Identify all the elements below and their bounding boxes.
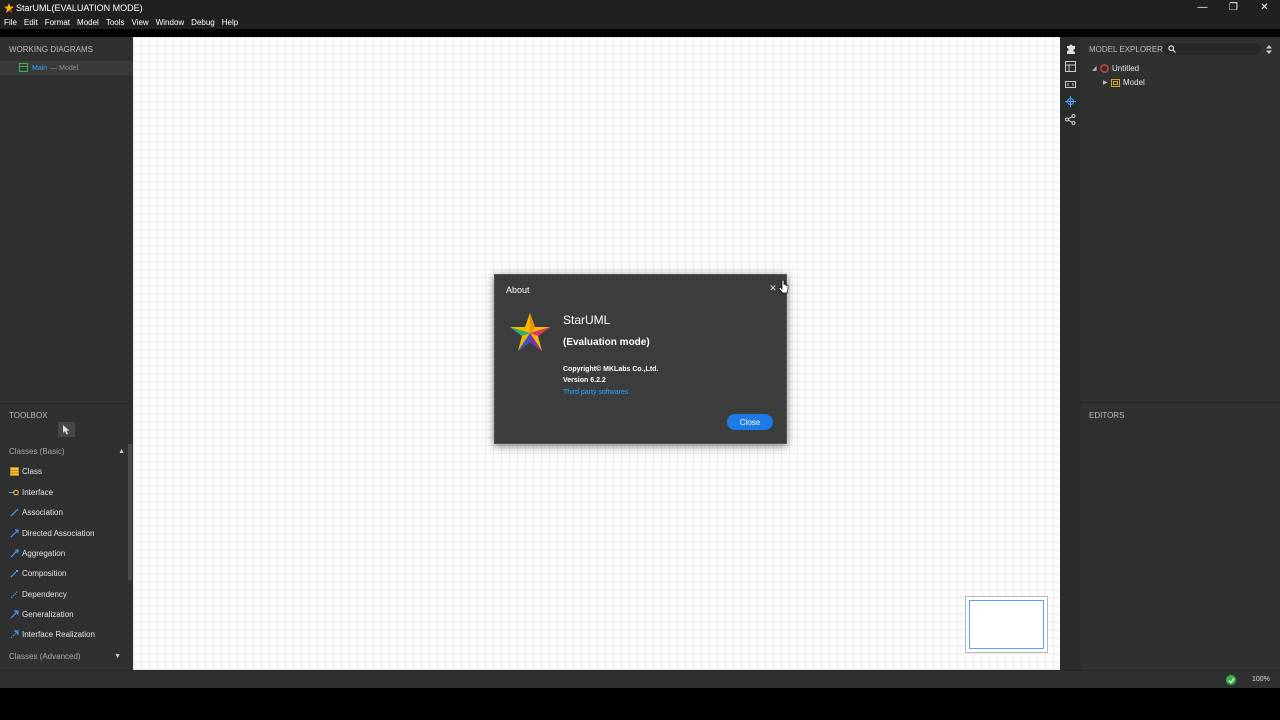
dialog-title: About — [506, 285, 530, 295]
minimap[interactable] — [965, 596, 1048, 653]
license-mode: (Evaluation mode) — [563, 337, 650, 348]
tool-interface-realization[interactable]: Interface Realization — [9, 627, 95, 641]
caret-up-icon: ▲ — [118, 447, 125, 455]
validation-ok-icon[interactable] — [1226, 675, 1236, 685]
close-window-button[interactable]: ✕ — [1249, 0, 1280, 15]
project-icon — [1100, 63, 1109, 73]
copyright-text: Copyright© MKLabs Co.,Ltd. — [563, 366, 659, 373]
menu-format[interactable]: Format — [45, 18, 70, 27]
tool-label: Aggregation — [22, 548, 66, 558]
editors-panel: EDITORS — [1081, 402, 1280, 670]
directed-association-icon — [9, 528, 19, 538]
dependency-icon — [9, 589, 19, 599]
toolbox-scrollbar[interactable] — [128, 444, 132, 580]
tool-generalization[interactable]: Generalization — [9, 607, 74, 621]
pointer-icon — [62, 424, 69, 434]
title-bar: StarUML(EVALUATION MODE) — ❐ ✕ — [0, 0, 1280, 15]
third-party-link[interactable]: Third party softwares — [563, 389, 628, 396]
share-icon[interactable] — [1064, 113, 1077, 126]
model-package-icon — [1111, 78, 1120, 87]
model-explorer-search[interactable] — [1163, 43, 1261, 55]
staruml-logo — [508, 311, 552, 355]
menu-bar: File Edit Format Model Tools View Window… — [0, 15, 1280, 29]
search-icon — [1168, 45, 1176, 53]
working-diagram-owner: — Model — [50, 64, 79, 72]
tree-label: Model — [1123, 77, 1145, 87]
tool-label: Class — [22, 466, 43, 476]
tool-aggregation[interactable]: Aggregation — [9, 546, 65, 560]
app-name: StarUML — [563, 313, 611, 327]
association-icon — [9, 507, 19, 517]
working-diagram-name: Main — [32, 64, 48, 72]
menu-model[interactable]: Model — [77, 18, 99, 27]
minimize-button[interactable]: — — [1187, 0, 1218, 15]
minimap-viewport[interactable] — [969, 600, 1044, 649]
window-title: StarUML(EVALUATION MODE) — [16, 2, 143, 13]
restore-button[interactable]: ❐ — [1218, 0, 1249, 15]
tree-item-model[interactable]: ▶ Model — [1103, 75, 1145, 89]
version-text: Version 6.2.2 — [563, 377, 606, 384]
class-diagram-icon — [19, 63, 28, 72]
caret-expanded-icon[interactable]: ◢ — [1092, 65, 1100, 72]
group-classes-basic[interactable]: Classes (Basic) ▲ — [0, 444, 128, 458]
composition-icon — [9, 568, 19, 578]
select-tool-button[interactable] — [58, 422, 75, 437]
staruml-app-icon — [3, 2, 15, 14]
tool-association[interactable]: Association — [9, 505, 63, 519]
model-explorer-icon[interactable] — [1064, 60, 1077, 73]
menu-help[interactable]: Help — [222, 18, 238, 27]
zoom-level[interactable]: 100% — [1252, 676, 1270, 683]
tree-item-untitled[interactable]: ◢ Untitled — [1092, 61, 1139, 75]
editors-header: EDITORS — [1089, 411, 1125, 420]
group-classes-advanced[interactable]: Classes (Advanced) ▼ — [0, 649, 128, 663]
right-icon-strip — [1060, 37, 1081, 670]
menu-tools[interactable]: Tools — [106, 18, 125, 27]
editors-icon[interactable] — [1064, 78, 1077, 91]
interface-realization-icon — [9, 629, 19, 639]
tool-class[interactable]: Class — [9, 464, 42, 478]
menu-view[interactable]: View — [132, 18, 149, 27]
tool-composition[interactable]: Composition — [9, 566, 66, 580]
tool-interface[interactable]: Interface — [9, 485, 53, 499]
menu-debug[interactable]: Debug — [191, 18, 215, 27]
interface-icon — [9, 487, 19, 497]
menu-file[interactable]: File — [4, 18, 17, 27]
group-label: Classes (Advanced) — [9, 651, 81, 661]
working-diagram-item[interactable]: Main — Model — [0, 61, 133, 75]
extensions-icon[interactable] — [1064, 42, 1077, 55]
model-explorer-header: MODEL EXPLORER — [1089, 45, 1163, 54]
tool-label: Composition — [22, 568, 67, 578]
mouse-pointer-icon — [779, 280, 789, 294]
navigator-icon[interactable] — [1064, 95, 1077, 108]
dialog-close-icon[interactable]: ✕ — [768, 283, 778, 293]
tree-label: Untitled — [1112, 63, 1140, 73]
tool-label: Interface Realization — [22, 629, 95, 639]
aggregation-icon — [9, 548, 19, 558]
toolbox-header: TOOLBOX — [9, 411, 48, 420]
about-dialog: About ✕ StarUML (Evaluation mode) Copyri… — [494, 274, 787, 444]
tool-label: Association — [22, 507, 63, 517]
group-label: Classes (Basic) — [9, 446, 65, 456]
bottom-black-area — [0, 688, 1280, 720]
generalization-icon — [9, 609, 19, 619]
model-explorer-panel: MODEL EXPLORER ◢ Untitled ▶ Model EDITOR… — [1081, 37, 1280, 670]
tool-label: Dependency — [22, 589, 67, 599]
tool-label: Interface — [22, 487, 54, 497]
working-diagrams-header: WORKING DIAGRAMS — [9, 45, 94, 54]
tool-label: Directed Association — [22, 528, 95, 538]
tool-label: Generalization — [22, 609, 74, 619]
tool-directed-association[interactable]: Directed Association — [9, 526, 94, 540]
menu-edit[interactable]: Edit — [24, 18, 38, 27]
toolbox-panel: TOOLBOX Classes (Basic) ▲ Class Interfac… — [0, 403, 133, 670]
sort-icon[interactable] — [1265, 43, 1273, 55]
close-button[interactable]: Close — [727, 414, 773, 430]
status-bar: 100% — [0, 670, 1280, 688]
menu-window[interactable]: Window — [156, 18, 184, 27]
tool-dependency[interactable]: Dependency — [9, 587, 67, 601]
caret-down-icon: ▼ — [114, 652, 121, 660]
caret-collapsed-icon[interactable]: ▶ — [1103, 79, 1111, 86]
class-icon — [9, 466, 19, 476]
